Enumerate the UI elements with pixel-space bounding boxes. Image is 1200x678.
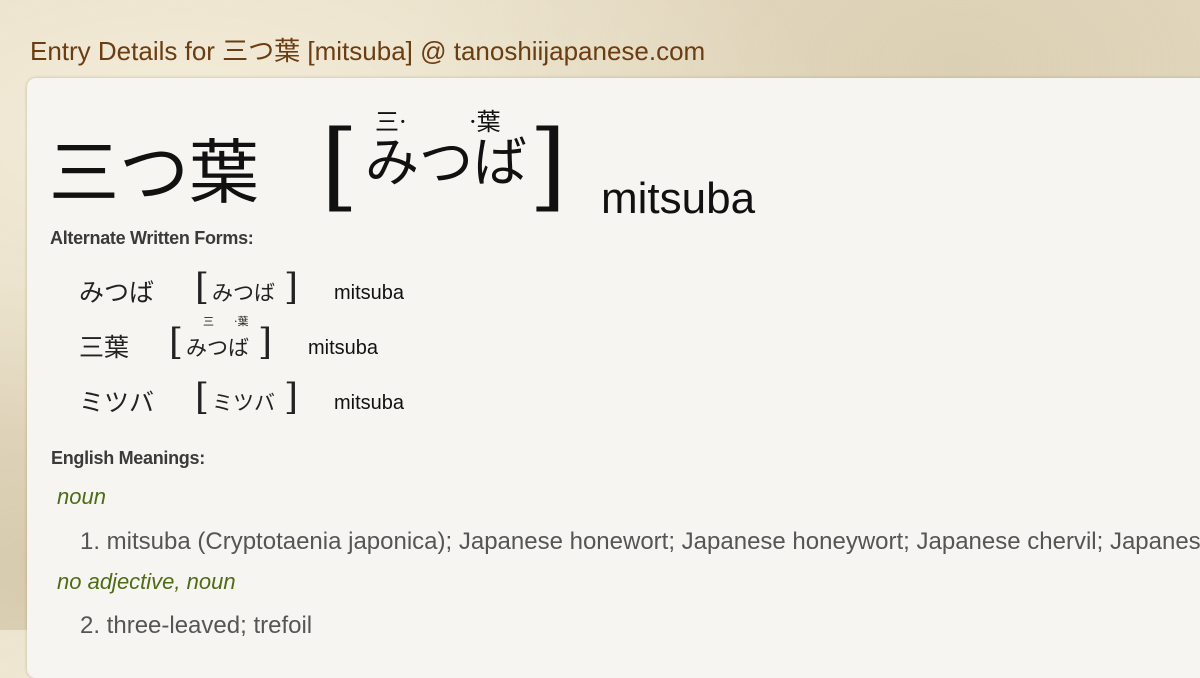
- alternate-form: ミツバ: [79, 388, 155, 417]
- meaning-sense: 2. three-leaved; trefoil: [80, 612, 313, 639]
- alternate-reading: ミツバ: [212, 391, 275, 415]
- alternate-romaji: mitsuba: [308, 337, 379, 359]
- part-of-speech: no adjective, noun: [57, 569, 236, 594]
- alternate-ruby-right: ·葉: [234, 315, 249, 328]
- alternate-reading: みつば: [212, 281, 275, 305]
- alternate-romaji: mitsuba: [334, 392, 405, 414]
- alternate-form: 三葉: [79, 333, 130, 362]
- alternate-bracket-close: ]: [258, 322, 273, 363]
- alternate-bracket-open: [: [195, 267, 210, 308]
- headword-bracket-open: [: [321, 110, 359, 222]
- alternate-reading: みつば: [186, 336, 249, 360]
- alternate-bracket-open: [: [169, 322, 184, 363]
- alternate-form: みつば: [79, 278, 155, 307]
- alternate-bracket-open: [: [195, 377, 210, 418]
- page-title: Entry Details for 三つ葉 [mitsuba] @ tanosh…: [30, 36, 706, 66]
- headword-romaji: mitsuba: [601, 174, 756, 223]
- meaning-sense: 1. mitsuba (Cryptotaenia japonica); Japa…: [80, 528, 1200, 555]
- english-meanings-label: English Meanings:: [51, 448, 205, 468]
- alternate-forms-label: Alternate Written Forms:: [50, 228, 254, 248]
- alternate-bracket-close: ]: [284, 377, 299, 418]
- headword-bracket-close: ]: [529, 110, 567, 222]
- part-of-speech: noun: [57, 484, 106, 509]
- headword-kanji: 三つ葉: [49, 132, 259, 214]
- alternate-ruby-left: 三: [203, 315, 214, 328]
- alternate-bracket-close: ]: [284, 267, 299, 308]
- alternate-romaji: mitsuba: [334, 282, 405, 304]
- headword-reading: みつば: [365, 131, 527, 194]
- entry-card: 三つ葉 [ 三· ·葉 みつば ] mitsuba Alternate Writ…: [27, 78, 1200, 678]
